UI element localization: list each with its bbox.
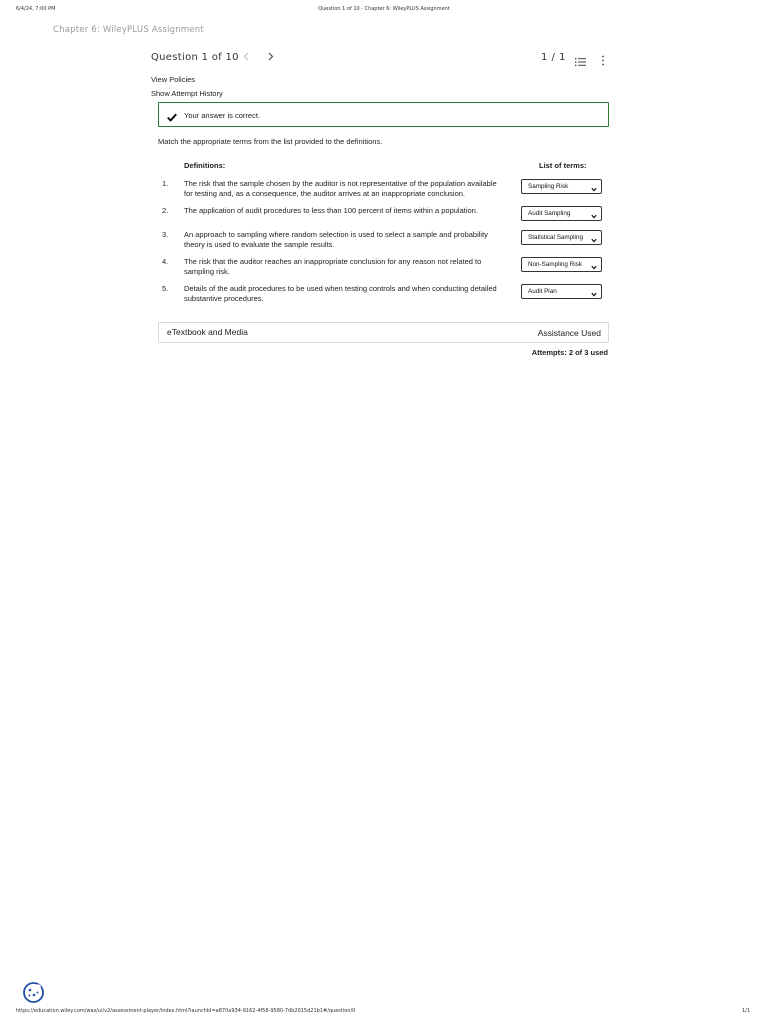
assistance-used-label: Assistance Used [537,328,601,338]
print-page-count: 1/1 [741,1008,750,1014]
term-select-5[interactable]: Audit Plan [521,284,602,299]
row-definition: Details of the audit procedures to be us… [184,284,497,303]
view-policies-link[interactable]: View Policies [151,75,195,84]
row-definition: The risk that the auditor reaches an ina… [184,257,482,276]
select-value: Sampling Risk [528,183,569,190]
attempts-counter: Attempts: 2 of 3 used [531,348,608,357]
chevron-down-icon [591,262,597,270]
terms-header: List of terms: [539,161,587,170]
chevron-down-icon [591,211,597,219]
chevron-left-icon[interactable] [243,52,249,64]
row-definition: The risk that the sample chosen by the a… [184,179,497,198]
row-definition: The application of audit procedures to l… [184,206,478,215]
definitions-header: Definitions: [184,161,226,170]
question-instruction: Match the appropriate terms from the lis… [158,137,383,146]
term-select-2[interactable]: Audit Sampling [521,206,602,221]
feedback-message: Your answer is correct. [184,111,261,120]
term-select-1[interactable]: Sampling Risk [521,179,602,194]
chevron-right-icon[interactable] [268,52,274,64]
correct-answer-banner: Your answer is correct. [158,102,609,127]
row-number: 5. [162,284,169,293]
select-value: Audit Plan [528,288,557,295]
question-title: Question 1 of 10 [151,52,239,63]
row-number: 4. [162,257,169,266]
select-value: Non-Sampling Risk [528,261,582,268]
list-icon[interactable] [575,54,586,66]
page-indicator: 1 / 1 [541,52,566,63]
cookie-icon[interactable] [23,982,44,1003]
question-bar: Question 1 of 10 1 / 1 [151,52,611,66]
more-vertical-icon[interactable] [601,53,605,66]
chevron-down-icon [591,235,597,243]
row-number: 3. [162,230,169,239]
etextbook-panel: eTextbook and Media Assistance Used [158,322,609,343]
row-number: 2. [162,206,169,215]
term-select-4[interactable]: Non-Sampling Risk [521,257,602,272]
row-definition: An approach to sampling where random sel… [184,230,488,249]
print-url: https://education.wiley.com/was/ui/v2/as… [16,1008,356,1014]
select-value: Audit Sampling [528,210,571,217]
select-value: Statistical Sampling [528,234,583,241]
etextbook-link[interactable]: eTextbook and Media [167,327,248,337]
show-attempt-history-link[interactable]: Show Attempt History [151,89,223,98]
checkmark-icon [167,109,177,122]
print-page-title: Question 1 of 10 - Chapter 6: WileyPLUS … [318,6,450,12]
chapter-title: Chapter 6: WileyPLUS Assignment [53,25,204,35]
chevron-down-icon [591,289,597,297]
row-number: 1. [162,179,169,188]
term-select-3[interactable]: Statistical Sampling [521,230,602,245]
chevron-down-icon [591,184,597,192]
